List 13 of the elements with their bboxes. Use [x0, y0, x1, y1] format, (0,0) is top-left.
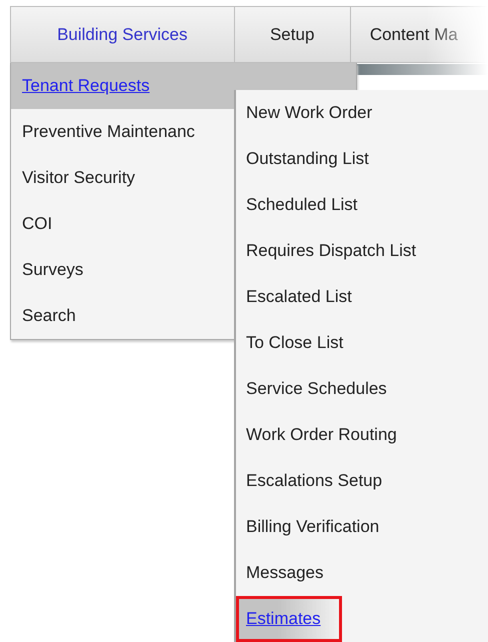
submenu-item[interactable]: Messages — [236, 550, 488, 596]
submenu-item[interactable]: Service Schedules — [236, 366, 488, 412]
submenu-item[interactable]: Escalations Setup — [236, 458, 488, 504]
submenu-item[interactable]: Escalated List — [236, 274, 488, 320]
submenu-item[interactable]: Outstanding List — [236, 136, 488, 182]
menu-tab[interactable]: Building Services — [10, 6, 234, 63]
submenu-item[interactable]: Estimates — [236, 596, 342, 642]
submenu-item[interactable]: Billing Verification — [236, 504, 488, 550]
submenu-item[interactable]: To Close List — [236, 320, 488, 366]
submenu-item[interactable]: Requires Dispatch List — [236, 228, 488, 274]
menu-tab[interactable]: Setup — [234, 6, 350, 63]
submenu-item[interactable]: Scheduled List — [236, 182, 488, 228]
submenu-item[interactable]: Work Order Routing — [236, 412, 488, 458]
